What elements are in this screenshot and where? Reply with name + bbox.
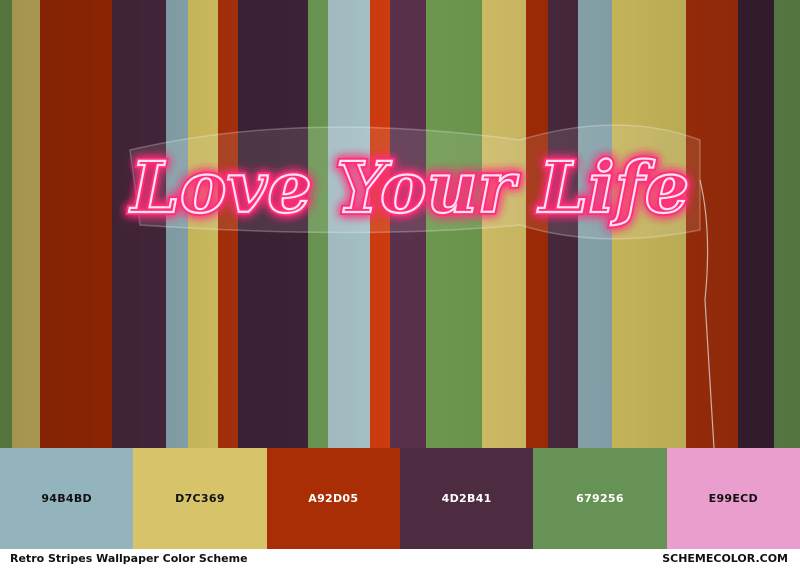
color-palette: 94B4BD D7C369 A92D05 4D2B41 679256 E99EC…: [0, 448, 800, 549]
footer-bar: Retro Stripes Wallpaper Color Scheme SCH…: [0, 549, 800, 569]
scheme-title: Retro Stripes Wallpaper Color Scheme: [10, 552, 248, 565]
swatch-1: 94B4BD: [0, 448, 134, 549]
swatch-hex-label: 94B4BD: [41, 492, 92, 505]
swatch-hex-label: E99ECD: [708, 492, 758, 505]
site-link[interactable]: SCHEMECOLOR.COM: [662, 552, 788, 565]
swatch-hex-label: A92D05: [308, 492, 359, 505]
swatch-5: 679256: [533, 448, 667, 549]
swatch-2: D7C369: [133, 448, 267, 549]
swatch-hex-label: D7C369: [175, 492, 225, 505]
wallpaper-photo: Love Your Life Love Your Life: [0, 0, 800, 448]
swatch-hex-label: 679256: [576, 492, 624, 505]
swatch-4: 4D2B41: [399, 448, 534, 549]
neon-sign-text: Love Your Life: [129, 146, 690, 229]
swatch-6: E99ECD: [666, 448, 800, 549]
photo-canvas: Love Your Life Love Your Life: [0, 0, 800, 448]
swatch-hex-label: 4D2B41: [441, 492, 492, 505]
swatch-3: A92D05: [266, 448, 400, 549]
